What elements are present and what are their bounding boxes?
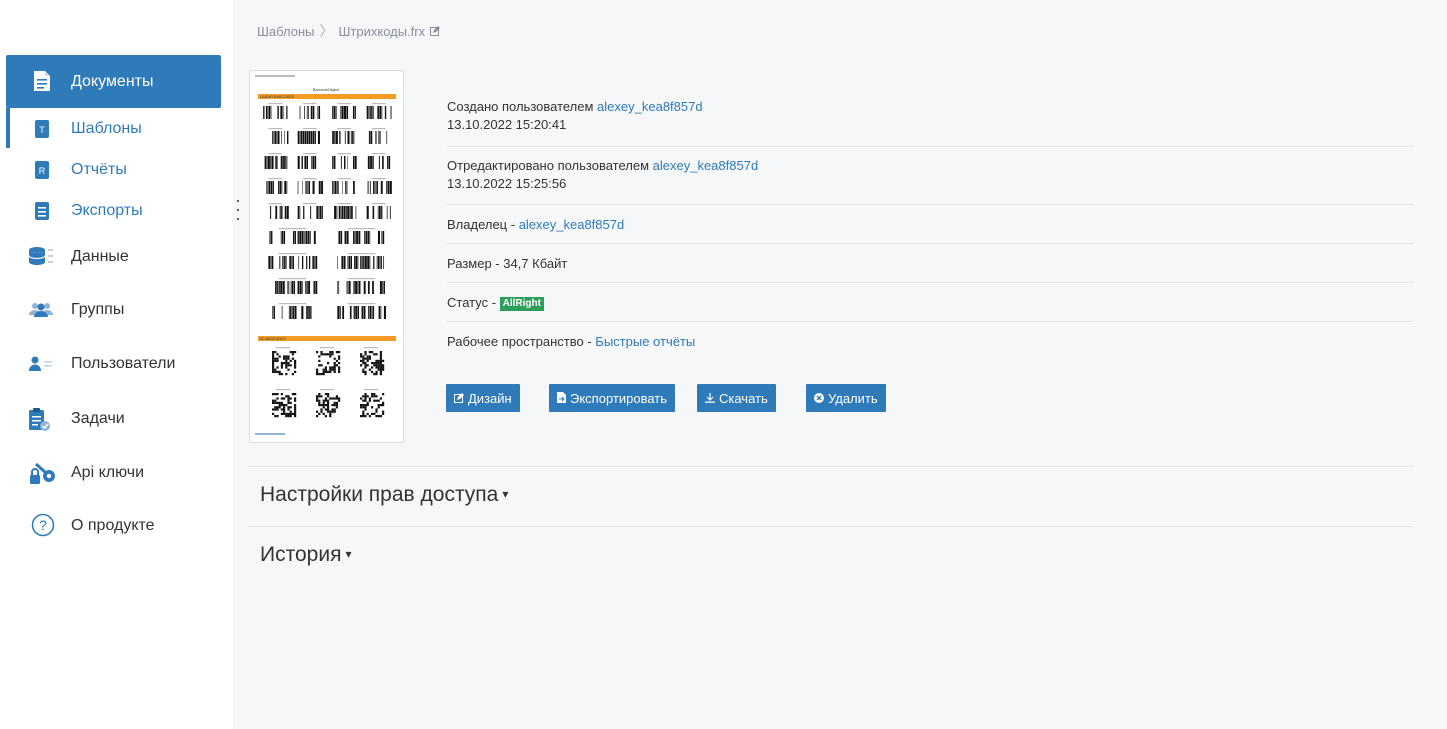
- workspace-row: Рабочее пространство - Быстрые отчёты: [447, 322, 1413, 361]
- sidebar-item-templates[interactable]: T Шаблоны: [0, 116, 233, 142]
- edited-user-link[interactable]: alexey_kea8f857d: [653, 158, 759, 173]
- sidebar-item-label: Пользователи: [71, 355, 176, 372]
- download-button[interactable]: Скачать: [697, 384, 776, 412]
- svg-text:BarcodeObject: BarcodeObject: [313, 87, 340, 92]
- sidebar-item-data[interactable]: Данные: [0, 241, 233, 273]
- owner-user-link[interactable]: alexey_kea8f857d: [519, 217, 625, 232]
- edited-date: 13.10.2022 15:25:56: [447, 176, 567, 191]
- sidebar-item-label: Группы: [71, 301, 125, 318]
- breadcrumb-separator: 〉: [319, 23, 334, 39]
- svg-text:T: T: [39, 125, 45, 135]
- sidebar-item-label: Api ключи: [71, 464, 145, 481]
- main-content: Шаблоны 〉 Штрихкоды.frx BarcodeObject LI…: [233, 0, 1447, 729]
- sidebar-item-label: О продукте: [71, 517, 155, 534]
- export-label: Экспортировать: [570, 390, 667, 406]
- access-settings-title: Настройки прав доступа: [260, 483, 499, 506]
- users-icon: [28, 352, 54, 379]
- download-icon: [705, 391, 715, 406]
- owner-label: Владелец -: [447, 217, 519, 232]
- design-label: Дизайн: [468, 390, 512, 406]
- breadcrumb: Шаблоны 〉 Штрихкоды.frx: [257, 21, 441, 41]
- status-row: Статус - AllRight: [447, 283, 1413, 322]
- sidebar-item-label: Отчёты: [71, 161, 127, 178]
- template-preview-thumbnail[interactable]: BarcodeObject LINEAR BARCODES 2D BARCODE…: [249, 70, 404, 443]
- access-settings-toggle[interactable]: Настройки прав доступа ▾: [260, 483, 508, 507]
- sidebar-item-label: Документы: [71, 73, 154, 90]
- created-date: 13.10.2022 15:20:41: [447, 117, 567, 132]
- database-icon: [28, 245, 54, 272]
- template-icon: T: [35, 120, 49, 143]
- sidebar-item-users[interactable]: Пользователи: [0, 348, 233, 380]
- sidebar-item-about[interactable]: ? О продукте: [0, 510, 233, 542]
- delete-icon: [814, 391, 824, 406]
- chevron-down-icon: ▾: [345, 547, 352, 561]
- created-row: Создано пользователем alexey_kea8f857d 1…: [447, 90, 1413, 147]
- report-icon: R: [35, 161, 49, 184]
- access-settings-section: Настройки прав доступа ▾: [248, 466, 1413, 526]
- download-label: Скачать: [719, 390, 768, 406]
- status-badge: AllRight: [499, 297, 544, 311]
- sidebar-item-label: Задачи: [71, 410, 125, 427]
- key-icon: [28, 461, 58, 492]
- document-info: Создано пользователем alexey_kea8f857d 1…: [447, 90, 1413, 361]
- size-value: Размер - 34,7 Кбайт: [447, 256, 568, 271]
- tasks-icon: [28, 407, 54, 438]
- breadcrumb-current: Штрихкоды.frx: [338, 23, 426, 39]
- group-icon: [28, 298, 54, 325]
- svg-text:LINEAR BARCODES: LINEAR BARCODES: [260, 95, 295, 99]
- sidebar-item-exports[interactable]: Экспорты: [0, 198, 233, 224]
- history-section: История ▾: [248, 526, 1413, 586]
- size-row: Размер - 34,7 Кбайт: [447, 244, 1413, 283]
- edited-row: Отредактировано пользователем alexey_kea…: [447, 147, 1413, 205]
- svg-text:R: R: [39, 166, 46, 176]
- workspace-label: Рабочее пространство -: [447, 334, 596, 349]
- sidebar-item-api-keys[interactable]: Api ключи: [0, 457, 233, 489]
- document-icon: [33, 70, 51, 97]
- export-doc-icon: [35, 202, 49, 225]
- edited-label: Отредактировано пользователем: [447, 158, 653, 173]
- status-label: Статус -: [447, 295, 500, 310]
- edit-icon: [454, 391, 464, 406]
- resize-handle[interactable]: [237, 200, 241, 227]
- svg-text:?: ?: [39, 517, 47, 533]
- history-title: История: [260, 543, 342, 566]
- history-toggle[interactable]: История ▾: [260, 543, 351, 567]
- delete-label: Удалить: [828, 390, 878, 406]
- sidebar-item-label: Экспорты: [71, 202, 143, 219]
- sidebar-item-groups[interactable]: Группы: [0, 294, 233, 326]
- workspace-link[interactable]: Быстрые отчёты: [595, 334, 695, 349]
- barcode-preview-image: BarcodeObject LINEAR BARCODES 2D BARCODE…: [255, 75, 396, 435]
- breadcrumb-root-link[interactable]: Шаблоны: [257, 24, 315, 39]
- owner-row: Владелец - alexey_kea8f857d: [447, 205, 1413, 244]
- created-label: Создано пользователем: [447, 99, 598, 114]
- design-button[interactable]: Дизайн: [446, 384, 520, 412]
- sidebar-item-label: Шаблоны: [71, 120, 142, 137]
- sidebar-item-reports[interactable]: R Отчёты: [0, 157, 233, 183]
- sidebar-item-label: Данные: [71, 248, 129, 265]
- delete-button[interactable]: Удалить: [806, 384, 886, 412]
- chevron-down-icon: ▾: [502, 487, 509, 501]
- sidebar-item-tasks[interactable]: Задачи: [0, 403, 233, 435]
- export-button[interactable]: Экспортировать: [549, 384, 675, 412]
- export-file-icon: [557, 391, 566, 406]
- svg-text:2D BARCODES: 2D BARCODES: [260, 337, 286, 341]
- question-icon: ?: [31, 513, 55, 542]
- sidebar-item-documents[interactable]: Документы: [6, 55, 221, 108]
- sidebar: Документы T Шаблоны R Отчёты Экспорты Да…: [0, 0, 233, 729]
- created-user-link[interactable]: alexey_kea8f857d: [597, 99, 703, 114]
- edit-name-icon[interactable]: [430, 24, 441, 39]
